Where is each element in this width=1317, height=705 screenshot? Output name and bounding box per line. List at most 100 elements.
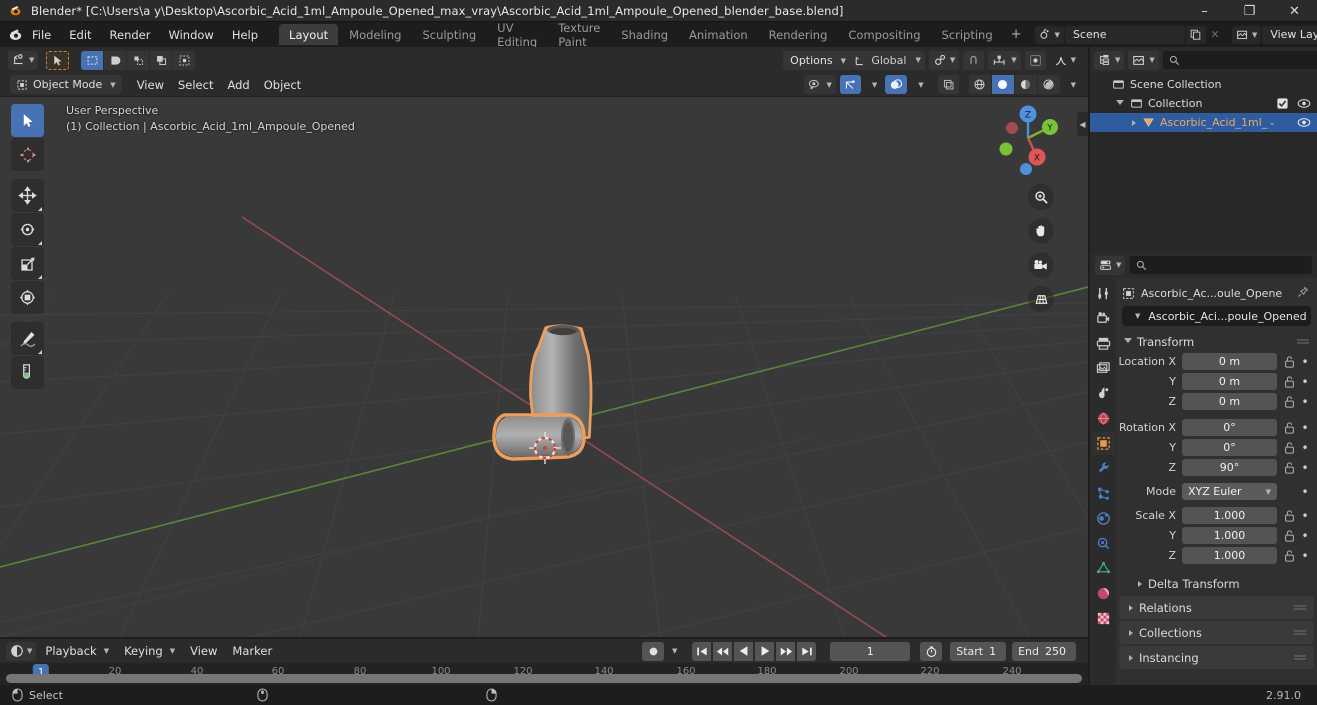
menu-file[interactable]: File <box>24 25 59 45</box>
scale-y-row[interactable]: Y 1.000 • <box>1116 526 1317 545</box>
select-intersect-icon[interactable] <box>150 50 173 70</box>
world-tab[interactable] <box>1091 407 1115 430</box>
collections-panel[interactable]: Collections <box>1119 621 1314 644</box>
animate-property-dot[interactable]: • <box>1298 549 1312 563</box>
tool-scale[interactable] <box>11 247 44 280</box>
animate-property-dot[interactable]: • <box>1298 355 1312 369</box>
jump-to-next-keyframe-button[interactable] <box>776 641 796 661</box>
lock-icon[interactable] <box>1281 441 1298 454</box>
location-y-field[interactable]: 0 m <box>1182 373 1277 390</box>
timeline-menu-keying[interactable]: Keying ▼ <box>118 642 181 660</box>
play-button[interactable] <box>755 641 775 661</box>
constraints-tab[interactable] <box>1091 532 1115 555</box>
scale-x-field[interactable]: 1.000 <box>1182 507 1277 524</box>
render-tab[interactable] <box>1091 307 1115 330</box>
tool-move[interactable] <box>11 179 44 212</box>
proportional-editing-icon[interactable] <box>1024 50 1046 70</box>
tweak-tool-header-icon[interactable] <box>46 50 70 70</box>
location-z-row[interactable]: Z 0 m • <box>1116 392 1317 411</box>
tab-rendering[interactable]: Rendering <box>759 24 838 45</box>
properties-search-field[interactable] <box>1152 258 1306 272</box>
outliner-row-collection[interactable]: Collection <box>1090 94 1317 113</box>
play-reverse-button[interactable] <box>734 641 754 661</box>
tab-animation[interactable]: Animation <box>679 24 758 45</box>
object-mode-dropdown[interactable]: Object Mode ▼ <box>10 75 122 94</box>
outliner-row-scene-collection[interactable]: Scene Collection <box>1090 75 1317 94</box>
tool-annotate[interactable] <box>11 322 44 355</box>
view-layer-name-field[interactable]: View Layer <box>1262 25 1317 44</box>
modifier-tab[interactable] <box>1091 457 1115 480</box>
select-circle-icon[interactable] <box>104 50 127 70</box>
new-scene-icon[interactable] <box>1185 25 1206 44</box>
lock-icon[interactable] <box>1281 529 1298 542</box>
rotation-z-field[interactable]: 90° <box>1182 459 1277 476</box>
xray-toggle-icon[interactable] <box>937 75 959 94</box>
tab-shading[interactable]: Shading <box>611 24 678 45</box>
pan-hand-icon[interactable] <box>1028 218 1054 244</box>
frame-end-field[interactable]: End 250 <box>1012 641 1076 661</box>
properties-editor-type-icon[interactable]: ▼ <box>1095 255 1126 275</box>
animate-property-dot[interactable]: • <box>1298 509 1312 523</box>
viewport-menu-object[interactable]: Object <box>257 76 308 94</box>
viewport-menu-add[interactable]: Add <box>220 76 256 94</box>
tool-rotate[interactable] <box>11 213 44 246</box>
outliner-search-field[interactable] <box>1184 53 1317 67</box>
scene-name-field[interactable]: Scene <box>1064 25 1185 44</box>
properties-search-input[interactable] <box>1130 256 1312 274</box>
blender-menu-icon[interactable] <box>8 27 23 42</box>
tool-transform[interactable] <box>11 281 44 314</box>
object-tab[interactable] <box>1091 432 1115 455</box>
lock-icon[interactable] <box>1281 549 1298 562</box>
particles-tab[interactable] <box>1091 482 1115 505</box>
location-z-field[interactable]: 0 m <box>1182 393 1277 410</box>
timeline-editor[interactable]: ▼ Playback ▼ Keying ▼ View Marker ▼ 1 St… <box>0 639 1088 685</box>
camera-view-icon[interactable] <box>1028 252 1054 278</box>
tab-texture-paint[interactable]: Texture Paint <box>548 21 610 49</box>
lock-icon[interactable] <box>1281 509 1298 522</box>
rotation-mode-dropdown[interactable]: XYZ Euler ▼ <box>1182 483 1277 500</box>
relations-panel[interactable]: Relations <box>1119 596 1314 619</box>
lock-icon[interactable] <box>1281 355 1298 368</box>
overlays-toggle-icon[interactable] <box>885 75 908 94</box>
shading-dropdown-icon[interactable]: ▼ <box>1064 75 1080 94</box>
jump-to-end-button[interactable] <box>797 641 817 661</box>
proportional-falloff-icon[interactable]: ▼ <box>1050 51 1080 70</box>
scene-tab[interactable] <box>1091 382 1115 405</box>
overlays-dropdown-icon[interactable]: ▼ <box>911 75 927 94</box>
timeline-menu-playback[interactable]: Playback ▼ <box>39 642 115 660</box>
timeline-horizontal-scrollbar[interactable] <box>6 674 1082 683</box>
animate-property-dot[interactable]: • <box>1298 395 1312 409</box>
tool-tweak-select[interactable] <box>11 104 44 137</box>
lock-icon[interactable] <box>1281 461 1298 474</box>
rendered-shading-icon[interactable] <box>1037 75 1060 94</box>
tab-layout[interactable]: Layout <box>279 24 339 45</box>
menu-help[interactable]: Help <box>224 25 266 45</box>
transform-orientation-button[interactable]: Global ▼ <box>849 50 925 70</box>
tool-cursor[interactable] <box>11 138 44 171</box>
properties-panel-body[interactable]: Ascorbic_Ac...oule_Opene ▼ Ascorbic_Aci.… <box>1116 278 1317 685</box>
snap-to-increment-icon[interactable]: ▼ <box>988 50 1021 70</box>
zoom-icon[interactable] <box>1028 184 1054 210</box>
delta-transform-panel[interactable]: Delta Transform <box>1116 574 1317 594</box>
tab-modeling[interactable]: Modeling <box>339 24 411 45</box>
editor-type-icon[interactable]: ▼ <box>8 50 39 70</box>
scale-z-field[interactable]: 1.000 <box>1182 547 1277 564</box>
select-subtract-icon[interactable] <box>127 50 150 70</box>
outliner-editor[interactable]: ▼ ▼ Scene Collection Collection Ascorbic… <box>1090 47 1317 252</box>
outliner-row-object[interactable]: Ascorbic_Acid_1ml_ ⌄ <box>1090 113 1317 132</box>
transform-panel-header[interactable]: Transform <box>1116 332 1317 352</box>
navigation-gizmo[interactable]: Y Z X <box>990 100 1066 176</box>
location-x-row[interactable]: Location X 0 m • <box>1116 352 1317 371</box>
remove-scene-icon[interactable]: ✕ <box>1206 26 1224 44</box>
menu-edit[interactable]: Edit <box>61 25 99 45</box>
outliner-editor-type-icon[interactable]: ▼ <box>1094 50 1125 70</box>
tab-uv-editing[interactable]: UV Editing <box>487 21 547 49</box>
select-lasso-icon[interactable] <box>173 50 196 70</box>
lock-icon[interactable] <box>1281 375 1298 388</box>
view-layer-browse-icon[interactable]: ▼ <box>1231 25 1262 44</box>
scene-browse-icon[interactable]: ▼ <box>1034 25 1064 44</box>
tool-measure[interactable] <box>11 356 44 389</box>
rotation-x-field[interactable]: 0° <box>1182 419 1277 436</box>
tab-compositing[interactable]: Compositing <box>838 24 930 45</box>
scale-y-field[interactable]: 1.000 <box>1182 527 1277 544</box>
